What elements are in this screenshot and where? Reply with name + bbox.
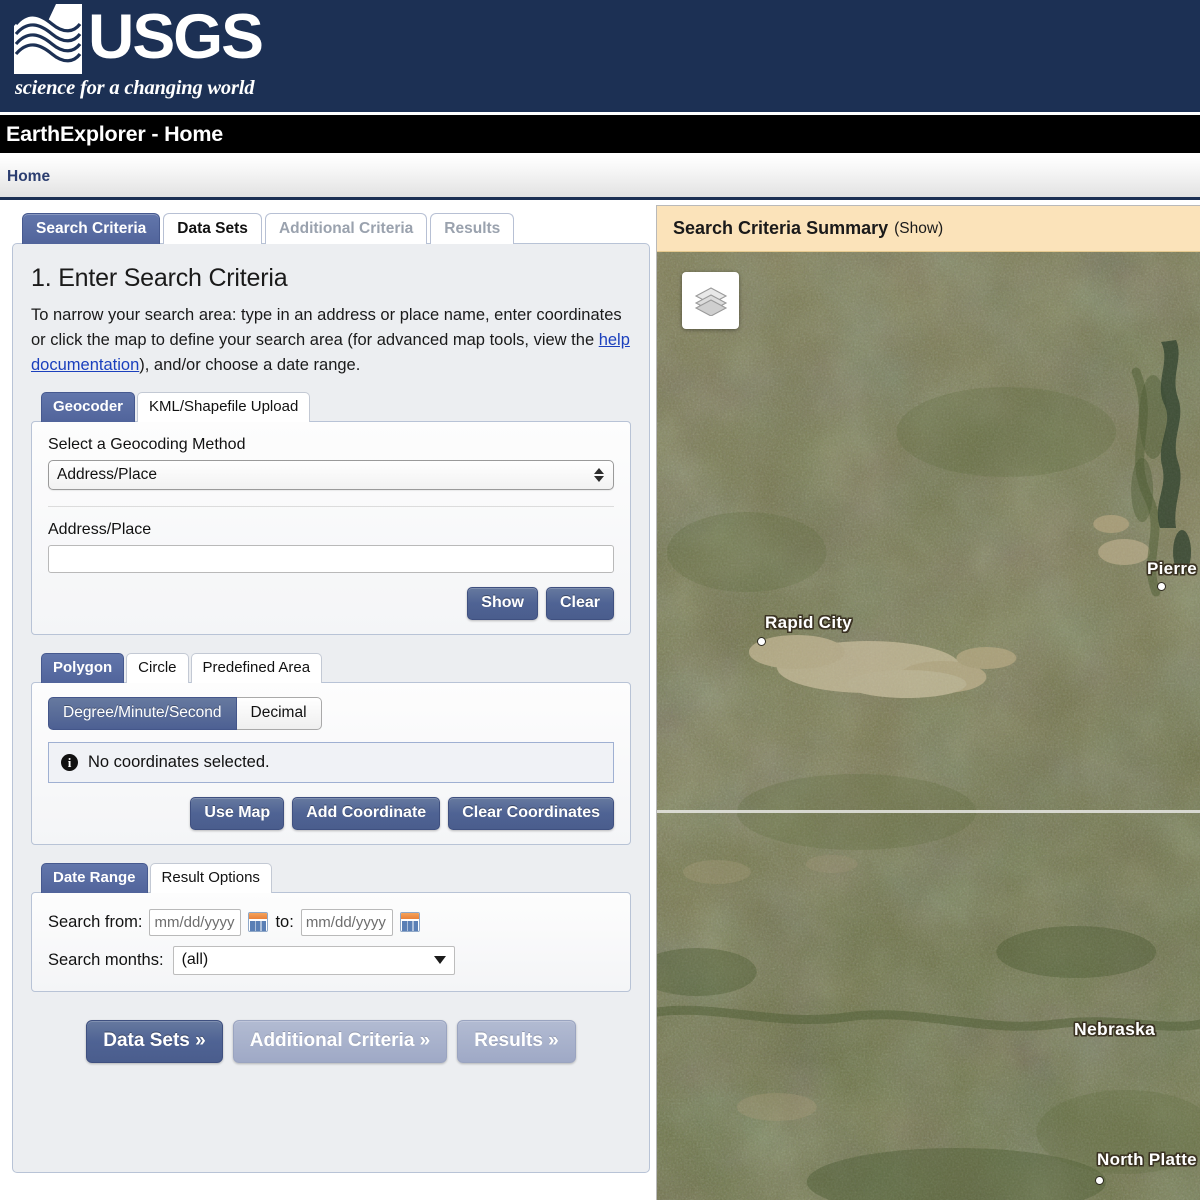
date-range-group: Date Range Result Options Search from: t… bbox=[31, 862, 631, 992]
summary-title: Search Criteria Summary bbox=[673, 218, 889, 238]
clear-button[interactable]: Clear bbox=[545, 587, 614, 620]
city-dot-north-platte bbox=[1095, 1176, 1104, 1185]
polygon-panel: Degree/Minute/Second Decimal i No coordi… bbox=[31, 682, 631, 845]
app-title: EarthExplorer - Home bbox=[6, 121, 224, 146]
show-button[interactable]: Show bbox=[467, 587, 538, 620]
area-group: Polygon Circle Predefined Area Degree/Mi… bbox=[31, 653, 631, 845]
coordinates-empty-text: No coordinates selected. bbox=[88, 752, 270, 771]
search-to-label: to: bbox=[275, 912, 294, 931]
satellite-basemap bbox=[657, 252, 1200, 1200]
page-title: 1. Enter Search Criteria bbox=[31, 264, 288, 292]
search-to-input[interactable] bbox=[300, 908, 393, 936]
geocoder-tab-bar: Geocoder KML/Shapefile Upload bbox=[31, 392, 631, 422]
city-dot-pierre bbox=[1157, 582, 1166, 591]
tab-additional-criteria[interactable]: Additional Criteria bbox=[264, 213, 428, 244]
address-place-input[interactable] bbox=[48, 545, 614, 573]
tab-result-options[interactable]: Result Options bbox=[149, 862, 272, 893]
chevron-down-icon bbox=[433, 956, 446, 964]
tab-search-criteria[interactable]: Search Criteria bbox=[22, 213, 161, 244]
coordinate-format-toggle: Degree/Minute/Second Decimal bbox=[48, 697, 614, 730]
search-months-select[interactable]: (all) bbox=[172, 945, 455, 975]
summary-show-toggle[interactable]: (Show) bbox=[894, 220, 943, 238]
tab-circle[interactable]: Circle bbox=[126, 653, 189, 683]
breadcrumb: Home bbox=[0, 156, 1200, 200]
info-icon: i bbox=[61, 753, 78, 771]
layers-stack-icon bbox=[694, 286, 727, 316]
map-label-rapid-city: Rapid City bbox=[765, 613, 853, 632]
usgs-wordmark: USGS bbox=[88, 2, 264, 72]
geocoder-group: Geocoder KML/Shapefile Upload Select a G… bbox=[31, 392, 631, 635]
search-instructions: To narrow your search area: type in an a… bbox=[31, 303, 631, 378]
city-dot-rapid-city bbox=[757, 637, 766, 646]
search-from-input[interactable] bbox=[149, 908, 242, 936]
app-title-bar: EarthExplorer - Home bbox=[0, 112, 1200, 156]
instructions-text-1: To narrow your search area: type in an a… bbox=[31, 306, 622, 349]
tab-date-range[interactable]: Date Range bbox=[41, 862, 148, 893]
tab-polygon[interactable]: Polygon bbox=[41, 653, 125, 683]
calendar-icon-to[interactable] bbox=[399, 912, 420, 932]
map-label-pierre: Pierre bbox=[1147, 559, 1198, 578]
toggle-decimal[interactable]: Decimal bbox=[236, 697, 322, 730]
geocoding-method-label: Select a Geocoding Method bbox=[48, 436, 246, 453]
search-months-value: (all) bbox=[181, 951, 209, 968]
map-label-north-platte: North Platte bbox=[1097, 1150, 1197, 1169]
search-months-row: Search months: (all) bbox=[48, 945, 614, 975]
use-map-button[interactable]: Use Map bbox=[190, 796, 285, 830]
geocoding-method-value: Address/Place bbox=[57, 466, 157, 483]
address-place-label: Address/Place bbox=[48, 521, 152, 538]
calendar-icon-from[interactable] bbox=[248, 912, 269, 932]
page-body: Search Criteria Data Sets Additional Cri… bbox=[0, 200, 1200, 1200]
search-from-label: Search from: bbox=[48, 912, 143, 931]
main-tab-bar: Search Criteria Data Sets Additional Cri… bbox=[12, 213, 650, 244]
state-boundary-line bbox=[657, 810, 1200, 813]
usgs-wave-mark-icon bbox=[14, 4, 82, 74]
geocoding-method-select[interactable]: Address/Place bbox=[48, 460, 614, 490]
coordinates-empty-message: i No coordinates selected. bbox=[48, 741, 614, 783]
search-months-label: Search months: bbox=[48, 950, 164, 969]
search-criteria-column: Search Criteria Data Sets Additional Cri… bbox=[12, 213, 650, 1173]
next-additional-criteria-button[interactable]: Additional Criteria » bbox=[232, 1019, 448, 1063]
add-coordinate-button[interactable]: Add Coordinate bbox=[292, 796, 441, 830]
clear-coordinates-button[interactable]: Clear Coordinates bbox=[448, 796, 614, 830]
map-column: Search Criteria Summary (Show) Pierre Ra… bbox=[656, 205, 1200, 1200]
area-tab-bar: Polygon Circle Predefined Area bbox=[31, 653, 631, 683]
wizard-nav-buttons: Data Sets » Additional Criteria » Result… bbox=[31, 1019, 631, 1063]
usgs-logo[interactable]: USGS science for a changing world bbox=[14, 2, 264, 100]
map-viewport[interactable]: Pierre Rapid City Nebraska North Platte bbox=[657, 252, 1200, 1200]
tab-data-sets[interactable]: Data Sets bbox=[163, 213, 262, 244]
toggle-degree-minute-second[interactable]: Degree/Minute/Second bbox=[48, 697, 237, 730]
usgs-tagline: science for a changing world bbox=[15, 77, 255, 99]
tab-kml-shapefile-upload[interactable]: KML/Shapefile Upload bbox=[137, 392, 311, 422]
next-results-button[interactable]: Results » bbox=[457, 1019, 576, 1063]
tab-results[interactable]: Results bbox=[430, 213, 515, 244]
stepper-arrows-icon bbox=[593, 466, 605, 484]
search-criteria-summary-bar: Search Criteria Summary (Show) bbox=[657, 206, 1200, 252]
usgs-header: USGS science for a changing world bbox=[0, 0, 1200, 112]
instructions-text-2: ), and/or choose a date range. bbox=[139, 356, 361, 374]
search-criteria-panel: 1. Enter Search Criteria To narrow your … bbox=[12, 243, 650, 1173]
date-range-tab-bar: Date Range Result Options bbox=[31, 862, 631, 893]
map-label-nebraska: Nebraska bbox=[1074, 1019, 1156, 1039]
tab-geocoder[interactable]: Geocoder bbox=[41, 392, 136, 422]
breadcrumb-item-home[interactable]: Home bbox=[7, 168, 50, 186]
geocoder-button-row: Show Clear bbox=[48, 587, 614, 620]
layers-icon[interactable] bbox=[682, 272, 739, 329]
coordinate-button-row: Use Map Add Coordinate Clear Coordinates bbox=[48, 796, 614, 830]
date-range-row: Search from: to: bbox=[48, 908, 614, 936]
geocoder-panel: Select a Geocoding Method Address/Place … bbox=[31, 421, 631, 635]
tab-predefined-area[interactable]: Predefined Area bbox=[190, 653, 323, 683]
next-data-sets-button[interactable]: Data Sets » bbox=[86, 1019, 223, 1063]
divider bbox=[48, 506, 614, 507]
date-range-panel: Search from: to: Search months: bbox=[31, 891, 631, 992]
